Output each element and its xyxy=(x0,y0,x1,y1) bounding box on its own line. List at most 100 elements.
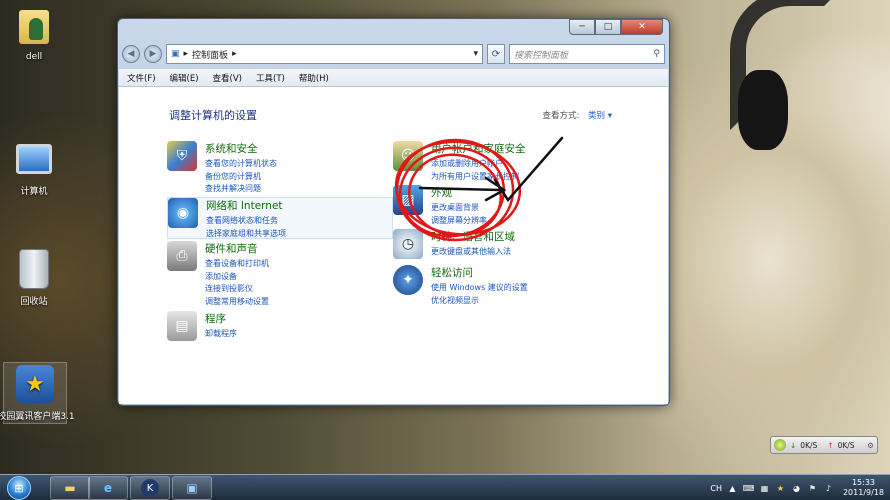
tray-network-icon[interactable]: ▦ xyxy=(759,483,770,494)
category-heading[interactable]: 硬件和声音 xyxy=(205,241,269,256)
category-link[interactable]: 查找并解决问题 xyxy=(205,183,277,196)
clock[interactable]: 15:33 2011/9/18 xyxy=(843,478,884,498)
desktop-icon-computer[interactable]: 计算机 xyxy=(2,138,66,197)
category-heading[interactable]: 系统和安全 xyxy=(205,141,277,156)
taskbar-ie[interactable]: e xyxy=(88,476,128,500)
internet-explorer-icon: e xyxy=(103,481,113,495)
desktop-icon-label: 校园翼讯客户端3.1 xyxy=(0,412,75,422)
campus-client-icon: ★ xyxy=(14,363,56,405)
control-panel-window: ─ □ ✕ ◀ ▶ ▣ ▸ 控制面板 ▸ ▾ ⟳ 搜索控制面板 ⚲ 文件(F) … xyxy=(117,18,670,406)
category-heading[interactable]: 时钟、语言和区域 xyxy=(431,229,515,244)
programs-icon: ▤ xyxy=(167,311,197,341)
tray-penguin-icon[interactable]: ◕ xyxy=(791,483,802,494)
category-link[interactable]: 备份您的计算机 xyxy=(205,171,277,184)
category-clock-language: ◷ 时钟、语言和区域 更改键盘或其他输入法 xyxy=(393,229,515,259)
ease-of-access-icon: ✦ xyxy=(393,265,423,295)
category-link[interactable]: 为所有用户设置家长控制 xyxy=(431,171,526,184)
category-link[interactable]: 调整常用移动设置 xyxy=(205,296,269,309)
close-button[interactable]: ✕ xyxy=(621,19,663,35)
category-link[interactable]: 添加设备 xyxy=(205,271,269,284)
category-link[interactable]: 连接到投影仪 xyxy=(205,283,269,296)
refresh-button[interactable]: ⟳ xyxy=(487,44,505,64)
taskbar-control-panel[interactable]: ▣ xyxy=(172,476,212,500)
page-title: 调整计算机的设置 xyxy=(169,109,257,122)
globe-network-icon: ◉ xyxy=(168,198,198,228)
category-link[interactable]: 调整屏幕分辨率 xyxy=(431,215,487,228)
category-link[interactable]: 使用 Windows 建议的设置 xyxy=(431,282,528,295)
category-link[interactable]: 更改键盘或其他输入法 xyxy=(431,246,515,259)
desktop-icon-label: 回收站 xyxy=(20,297,48,307)
upload-arrow-icon: ↑ xyxy=(827,440,834,450)
k-app-icon: K xyxy=(141,479,159,497)
download-speed: 0K/S xyxy=(800,440,818,450)
search-icon[interactable]: ⚲ xyxy=(653,49,660,59)
address-bar[interactable]: ▣ ▸ 控制面板 ▸ ▾ xyxy=(166,44,483,64)
maximize-button[interactable]: □ xyxy=(595,19,621,35)
desktop-icon-user[interactable]: dell xyxy=(2,6,66,62)
category-programs: ▤ 程序 卸载程序 xyxy=(167,311,237,341)
tray-volume-icon[interactable]: ♪ xyxy=(823,483,834,494)
view-by-dropdown[interactable]: 类别 ▾ xyxy=(588,111,612,121)
forward-button[interactable]: ▶ xyxy=(144,45,162,63)
category-user-accounts: ☺ 用户帐户和家庭安全 添加或删除用户帐户 为所有用户设置家长控制 xyxy=(393,141,526,183)
breadcrumb-separator-icon: ▸ xyxy=(232,49,237,59)
tray-keyboard-icon[interactable]: ⌨ xyxy=(743,483,755,494)
view-by: 查看方式: 类别 ▾ xyxy=(542,109,612,121)
menu-bar: 文件(F) 编辑(E) 查看(V) 工具(T) 帮助(H) xyxy=(119,69,668,87)
search-input[interactable]: 搜索控制面板 ⚲ xyxy=(509,44,665,64)
appearance-icon: ▨ xyxy=(393,185,423,215)
search-placeholder: 搜索控制面板 xyxy=(514,50,569,61)
desktop-icon-recycle-bin[interactable]: 回收站 xyxy=(2,248,66,307)
menu-file[interactable]: 文件(F) xyxy=(127,72,156,84)
shield-icon: ⛨ xyxy=(167,141,197,171)
breadcrumb[interactable]: 控制面板 xyxy=(192,48,228,61)
download-arrow-icon: ↓ xyxy=(790,440,797,450)
control-panel-icon: ▣ xyxy=(171,49,180,59)
category-link[interactable]: 更改桌面背景 xyxy=(431,202,487,215)
category-link[interactable]: 添加或删除用户帐户 xyxy=(431,158,526,171)
menu-tools[interactable]: 工具(T) xyxy=(256,72,285,84)
start-button[interactable]: ⊞ xyxy=(2,475,36,500)
category-link[interactable]: 选择家庭组和共享选项 xyxy=(206,228,286,241)
windows-logo-icon: ⊞ xyxy=(7,476,31,500)
navigation-bar: ◀ ▶ ▣ ▸ 控制面板 ▸ ▾ ⟳ 搜索控制面板 ⚲ xyxy=(122,41,665,67)
breadcrumb-separator-icon: ▸ xyxy=(183,49,189,59)
desktop-icon-campus-client[interactable]: ★ 校园翼讯客户端3.1 xyxy=(0,362,75,424)
view-by-label: 查看方式: xyxy=(542,111,580,121)
taskbar-app-k[interactable]: K xyxy=(130,476,170,500)
taskbar-explorer[interactable]: ▬ xyxy=(50,476,90,500)
category-link[interactable]: 优化视频显示 xyxy=(431,295,528,308)
minimize-button[interactable]: ─ xyxy=(569,19,595,35)
category-hardware-sound: ⎙ 硬件和声音 查看设备和打印机 添加设备 连接到投影仪 调整常用移动设置 xyxy=(167,241,269,308)
menu-help[interactable]: 帮助(H) xyxy=(299,72,329,84)
category-link[interactable]: 卸载程序 xyxy=(205,328,237,341)
clock-time: 15:33 xyxy=(851,478,876,487)
category-link[interactable]: 查看设备和打印机 xyxy=(205,258,269,271)
network-speed-widget[interactable]: ↓ 0K/S ↑ 0K/S ⚙ xyxy=(770,436,878,454)
category-heading[interactable]: 程序 xyxy=(205,311,237,326)
category-heading[interactable]: 用户帐户和家庭安全 xyxy=(431,141,526,156)
tray-app-icon[interactable]: ★ xyxy=(775,483,786,494)
tray-expand-icon[interactable]: ▲ xyxy=(727,483,738,494)
recycle-bin-icon xyxy=(13,248,55,290)
menu-view[interactable]: 查看(V) xyxy=(213,72,242,84)
menu-edit[interactable]: 编辑(E) xyxy=(170,72,199,84)
address-dropdown-icon[interactable]: ▾ xyxy=(473,49,478,59)
category-heading[interactable]: 外观 xyxy=(431,185,487,200)
upload-speed: 0K/S xyxy=(837,440,855,450)
system-tray: CH ▲ ⌨ ▦ ★ ◕ ⚑ ♪ 15:33 2011/9/18 xyxy=(710,475,890,500)
speed-indicator-icon xyxy=(774,439,786,451)
back-button[interactable]: ◀ xyxy=(122,45,140,63)
category-heading[interactable]: 轻松访问 xyxy=(431,265,528,280)
category-link[interactable]: 查看您的计算机状态 xyxy=(205,158,277,171)
category-link[interactable]: 查看网络状态和任务 xyxy=(206,215,286,228)
category-ease-of-access: ✦ 轻松访问 使用 Windows 建议的设置 优化视频显示 xyxy=(393,265,528,307)
language-indicator[interactable]: CH xyxy=(710,484,722,493)
settings-icon[interactable]: ⚙ xyxy=(867,441,874,450)
category-heading[interactable]: 网络和 Internet xyxy=(206,198,286,213)
taskbar: ⊞ ▬ e K ▣ CH ▲ ⌨ ▦ ★ ◕ ⚑ ♪ 15:33 2011/9/… xyxy=(0,474,890,500)
tray-flag-icon[interactable]: ⚑ xyxy=(807,483,818,494)
printer-icon: ⎙ xyxy=(167,241,197,271)
category-appearance: ▨ 外观 更改桌面背景 调整屏幕分辨率 xyxy=(393,185,487,227)
control-panel-icon: ▣ xyxy=(186,481,198,495)
